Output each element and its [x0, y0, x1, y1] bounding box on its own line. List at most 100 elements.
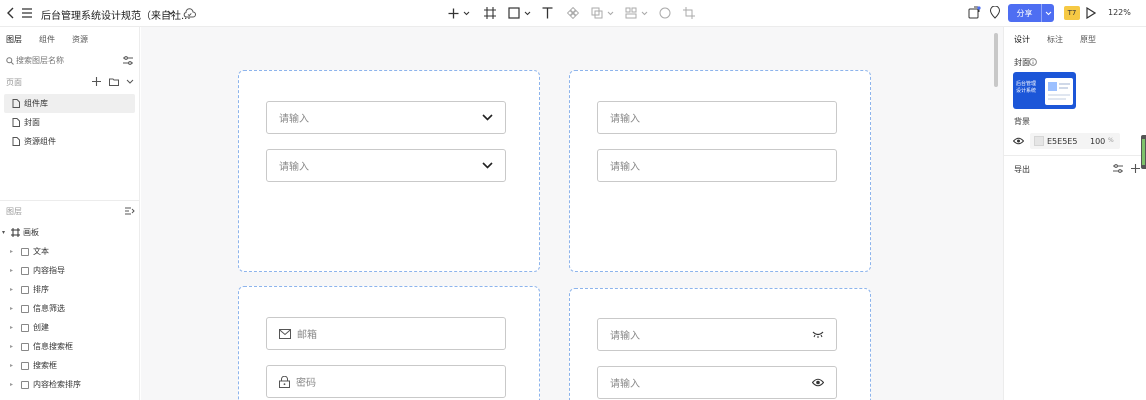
folder-icon[interactable]: [108, 76, 119, 87]
add-page-icon[interactable]: [91, 76, 102, 87]
layer-label: 信息搜索框: [33, 342, 73, 351]
add-icon[interactable]: [446, 6, 460, 20]
cover-text: 后台管理 设计系统: [1016, 81, 1037, 94]
frame-tool-icon[interactable]: [483, 6, 497, 20]
text-input[interactable]: 请输入: [597, 318, 837, 351]
page-item[interactable]: 资源组件: [4, 132, 135, 151]
color-opacity[interactable]: 100: [1090, 137, 1105, 146]
caret-right-icon[interactable]: ▸: [10, 362, 18, 369]
layer-row[interactable]: ▸ 信息搜索框: [0, 337, 140, 356]
divider: [1004, 155, 1146, 156]
tab-annotate[interactable]: 标注: [1047, 34, 1063, 45]
background-color-field[interactable]: E5E5E5 100 %: [1030, 133, 1120, 149]
text-input[interactable]: 请输入: [597, 366, 837, 399]
caret-right-icon[interactable]: ▸: [10, 248, 18, 255]
text-tool-icon[interactable]: [540, 6, 554, 20]
tab-design[interactable]: 设计: [1014, 34, 1030, 45]
password-field[interactable]: 密码: [266, 365, 506, 398]
page-item[interactable]: 封面: [4, 113, 135, 132]
collapse-layers-icon[interactable]: [124, 205, 135, 216]
menu-icon[interactable]: [20, 6, 34, 20]
email-field[interactable]: 邮箱: [266, 317, 506, 350]
input-placeholder: 请输入: [610, 331, 640, 342]
layer-label: 创建: [33, 323, 49, 332]
chevron-down-icon[interactable]: [124, 76, 135, 87]
chevron-down-icon[interactable]: [522, 8, 532, 18]
canvas-scrollbar[interactable]: [994, 33, 998, 87]
layer-label: 内容指导: [33, 266, 65, 275]
share-button[interactable]: 分享: [1008, 4, 1054, 22]
chevron-down-icon[interactable]: [605, 8, 615, 18]
layer-label: 内容检索排序: [33, 380, 81, 389]
cloud-sync-icon: [182, 6, 196, 20]
layer-row[interactable]: ▸ 创建: [0, 318, 140, 337]
layer-row[interactable]: ▸ 排序: [0, 280, 140, 299]
layer-row[interactable]: ▸ 信息筛选: [0, 299, 140, 318]
cover-thumbnail[interactable]: 后台管理 设计系统: [1013, 72, 1076, 109]
rectangle-tool-icon[interactable]: [507, 6, 521, 20]
chevron-down-icon[interactable]: [461, 8, 471, 18]
chevron-down-icon: [482, 162, 493, 169]
play-icon[interactable]: [1084, 6, 1098, 20]
caret-right-icon[interactable]: ▸: [10, 381, 18, 388]
artboard-frame[interactable]: 请输入 请输入: [238, 70, 540, 272]
password-placeholder: 密码: [296, 378, 316, 389]
add-export-icon[interactable]: [1130, 163, 1141, 174]
export-label: 导出: [1014, 165, 1030, 174]
chevron-down-icon[interactable]: [639, 8, 649, 18]
text-input[interactable]: 请输入: [597, 149, 837, 182]
color-swatch[interactable]: [1034, 136, 1044, 146]
component-icon[interactable]: [566, 6, 580, 20]
caret-right-icon[interactable]: ▸: [10, 343, 18, 350]
chevron-down-icon[interactable]: [166, 7, 176, 19]
eye-icon[interactable]: [1012, 136, 1024, 146]
notification-icon[interactable]: [967, 5, 982, 20]
artboard-frame[interactable]: 邮箱 密码: [238, 286, 540, 400]
export-settings-icon[interactable]: [1112, 163, 1123, 174]
boolean-icon[interactable]: [590, 6, 604, 20]
layer-row[interactable]: ▸ 搜索框: [0, 356, 140, 375]
layer-row-artboard[interactable]: ▾ 画板: [0, 223, 140, 242]
eye-closed-icon[interactable]: [812, 331, 824, 338]
mask-icon[interactable]: [658, 6, 672, 20]
tab-assets[interactable]: 资源: [72, 34, 88, 45]
group-icon: [21, 342, 29, 351]
pin-icon[interactable]: [987, 5, 1002, 20]
layer-row[interactable]: ▸ 内容检索排序: [0, 375, 140, 394]
artboard-frame[interactable]: 请输入 请输入: [569, 70, 871, 272]
page-item[interactable]: 组件库: [4, 94, 135, 113]
layers-header: 图层: [6, 207, 22, 216]
right-panel: 设计 标注 原型 封面 后台管理 设计系统 背景 E5E5E5 100 % 导出: [1003, 27, 1146, 400]
user-badge[interactable]: T7: [1064, 6, 1080, 20]
crop-icon[interactable]: [682, 6, 696, 20]
layer-label: 搜索框: [33, 361, 57, 370]
caret-right-icon[interactable]: ▸: [10, 324, 18, 331]
top-toolbar: 后台管理系统设计规范（来自社... 分享 T7 122%: [0, 0, 1146, 27]
side-handle[interactable]: [1141, 135, 1146, 169]
pages-header: 页面: [6, 78, 22, 87]
caret-right-icon[interactable]: ▸: [10, 267, 18, 274]
search-input[interactable]: [16, 54, 111, 67]
select-placeholder: 请输入: [279, 162, 309, 173]
artboard-frame[interactable]: 请输入 请输入: [569, 288, 871, 400]
layer-row[interactable]: ▸ 文本: [0, 242, 140, 261]
caret-down-icon[interactable]: ▾: [2, 229, 10, 236]
chevron-down-icon[interactable]: [1041, 4, 1054, 22]
layer-row[interactable]: ▸ 内容指导: [0, 261, 140, 280]
caret-right-icon[interactable]: ▸: [10, 305, 18, 312]
eye-icon[interactable]: [812, 378, 824, 387]
text-input[interactable]: 请输入: [597, 101, 837, 134]
caret-right-icon[interactable]: ▸: [10, 286, 18, 293]
zoom-level[interactable]: 122%: [1108, 8, 1131, 17]
tab-prototype[interactable]: 原型: [1080, 34, 1096, 45]
tab-layers[interactable]: 图层: [6, 34, 22, 45]
filter-icon[interactable]: [122, 55, 133, 66]
back-icon[interactable]: [4, 6, 18, 20]
align-icon[interactable]: [624, 6, 638, 20]
tab-components[interactable]: 组件: [39, 34, 55, 45]
color-hex[interactable]: E5E5E5: [1047, 137, 1077, 146]
design-canvas[interactable]: 请输入 请输入 请输入 请输入 邮箱 密码 请输入 请输入: [141, 27, 1003, 400]
info-icon: [1028, 57, 1037, 66]
select-field[interactable]: 请输入: [266, 101, 506, 134]
select-field[interactable]: 请输入: [266, 149, 506, 182]
